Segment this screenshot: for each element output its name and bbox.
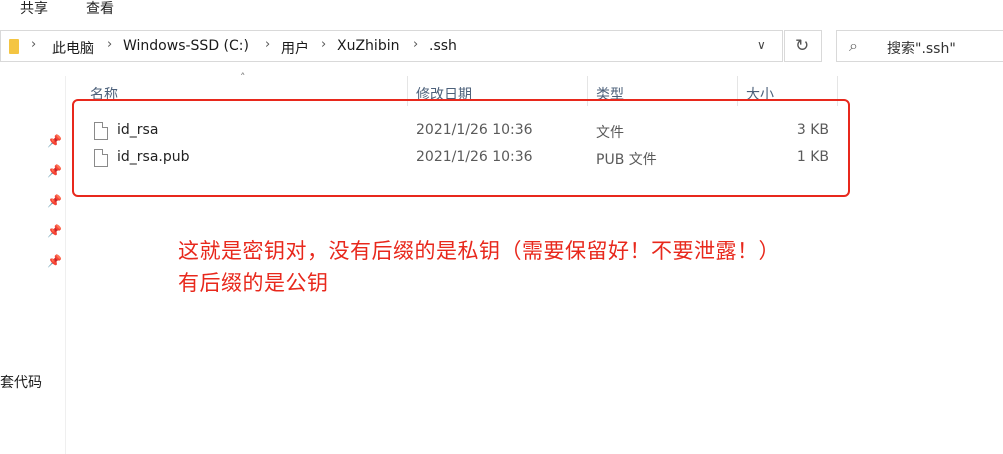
address-bar-row: › 此电脑 › Windows-SSD (C:) › 用户 › XuZhibin… bbox=[0, 26, 1003, 66]
address-bar[interactable]: › 此电脑 › Windows-SSD (C:) › 用户 › XuZhibin… bbox=[0, 30, 783, 62]
highlight-box bbox=[72, 99, 850, 197]
chevron-right-icon[interactable]: › bbox=[265, 37, 270, 52]
refresh-button[interactable]: ↻ bbox=[784, 30, 822, 62]
pin-icon[interactable]: 📌 bbox=[47, 194, 62, 208]
breadcrumb-this-pc[interactable]: 此电脑 bbox=[52, 38, 94, 58]
pin-icon[interactable]: 📌 bbox=[47, 164, 62, 178]
chevron-right-icon[interactable]: › bbox=[31, 37, 36, 52]
ribbon: 共享 查看 bbox=[0, 0, 1003, 22]
folder-icon bbox=[9, 39, 19, 54]
chevron-right-icon[interactable]: › bbox=[107, 37, 112, 52]
pin-icon[interactable]: 📌 bbox=[47, 134, 62, 148]
refresh-icon: ↻ bbox=[795, 36, 810, 56]
sidebar-item-label[interactable]: 套代码 bbox=[0, 372, 42, 392]
chevron-right-icon[interactable]: › bbox=[413, 37, 418, 52]
search-input[interactable]: ⌕ 搜索".ssh" bbox=[836, 30, 1003, 62]
search-icon: ⌕ bbox=[849, 36, 858, 55]
ribbon-tab-view[interactable]: 查看 bbox=[86, 0, 114, 18]
chevron-right-icon[interactable]: › bbox=[321, 37, 326, 52]
pin-icon[interactable]: 📌 bbox=[47, 254, 62, 268]
breadcrumb-drive[interactable]: Windows-SSD (C:) bbox=[123, 38, 249, 54]
ribbon-tab-share[interactable]: 共享 bbox=[20, 0, 48, 18]
breadcrumb-current[interactable]: .ssh bbox=[429, 38, 457, 54]
search-placeholder: 搜索".ssh" bbox=[887, 41, 956, 57]
pin-icon[interactable]: 📌 bbox=[47, 224, 62, 238]
navigation-pane: 📌 📌 📌 📌 📌 套代码 bbox=[0, 76, 66, 454]
annotation-line-2: 有后缀的是公钥 bbox=[178, 271, 329, 295]
breadcrumb-user[interactable]: XuZhibin bbox=[337, 38, 399, 54]
chevron-down-icon[interactable]: ∨ bbox=[757, 38, 766, 52]
breadcrumb-users[interactable]: 用户 bbox=[281, 38, 309, 58]
annotation-line-1: 这就是密钥对，没有后缀的是私钥（需要保留好！不要泄露！） bbox=[178, 239, 780, 263]
